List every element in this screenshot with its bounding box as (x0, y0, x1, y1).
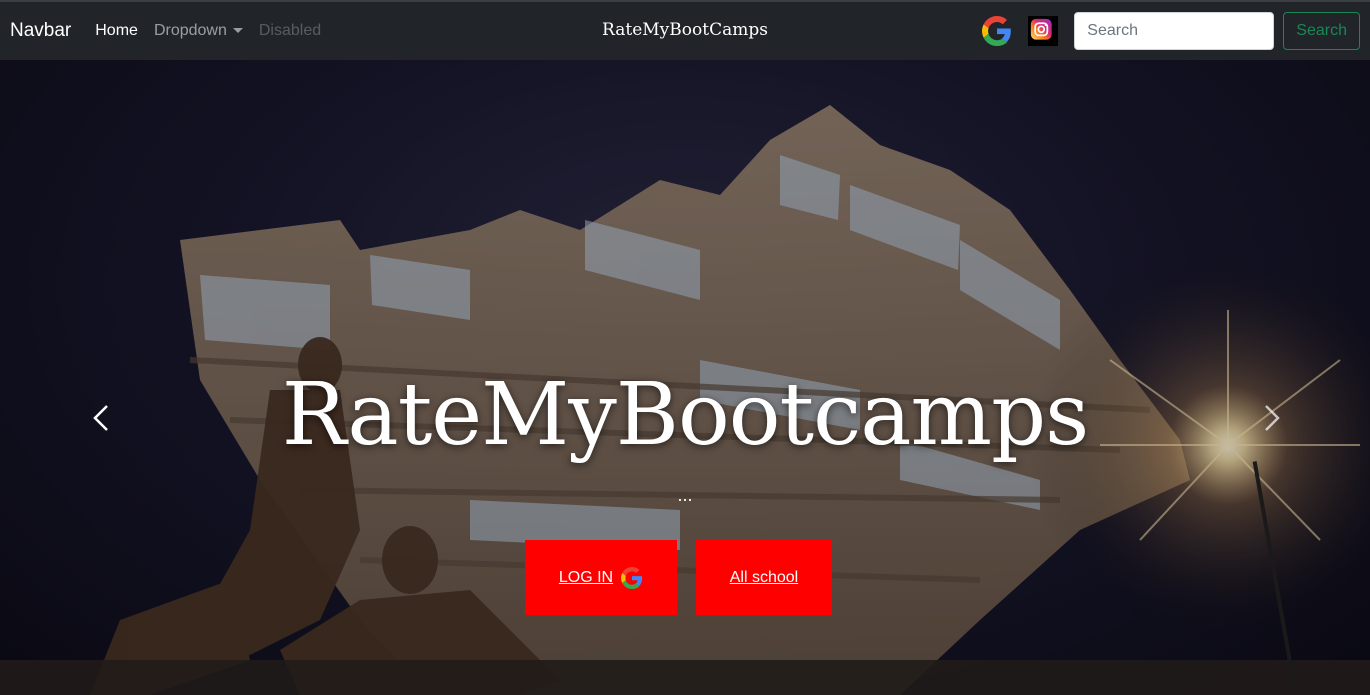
navbar-brand[interactable]: Navbar (10, 20, 71, 42)
login-button-label: LOG IN (558, 568, 614, 586)
hero-title: RateMyBootcamps (281, 365, 1090, 465)
navbar-right-group: Search (982, 12, 1360, 50)
google-icon (621, 566, 643, 589)
nav-disabled: Disabled (258, 22, 322, 39)
search-input[interactable] (1074, 12, 1275, 50)
navbar: Navbar Home Dropdown Disabled RateMyBoot… (0, 0, 1370, 60)
nav-home[interactable]: Home (95, 22, 138, 40)
hero-carousel: RateMyBootcamps ... LOG IN All school (0, 60, 1370, 695)
instagram-icon[interactable] (1028, 16, 1059, 46)
nav-dropdown[interactable]: Dropdown (154, 22, 243, 40)
google-icon[interactable] (982, 16, 1012, 46)
all-school-button-label: All school (729, 568, 799, 586)
hero-subtitle: ... (677, 485, 693, 505)
all-school-button[interactable]: All school (696, 540, 832, 615)
nav-dropdown-label: Dropdown (153, 22, 227, 39)
login-button[interactable]: LOG IN (525, 540, 677, 615)
search-button[interactable]: Search (1283, 12, 1360, 50)
caret-down-icon (232, 28, 243, 34)
